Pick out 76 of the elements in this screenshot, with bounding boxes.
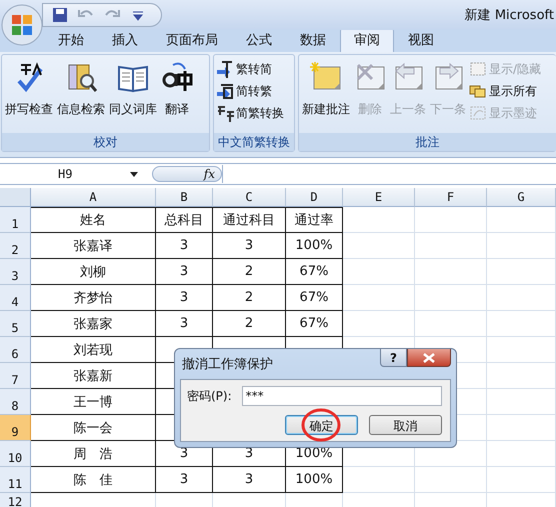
column-header[interactable]: G [487, 188, 556, 207]
table-cell[interactable]: 姓名 [31, 207, 156, 233]
table-cell[interactable]: 67% [286, 311, 343, 337]
ribbon-button[interactable]: 信息检索 [56, 59, 106, 133]
table-cell[interactable]: 3 [213, 233, 286, 259]
table-cell[interactable]: 刘若现 [31, 337, 156, 363]
ribbon-button[interactable]: 简繁转换 [216, 104, 284, 122]
password-field[interactable]: *** [242, 386, 442, 406]
ribbon-tab[interactable]: 插入 [98, 28, 152, 52]
ribbon-button[interactable]: 显示所有 [469, 82, 542, 100]
column-header[interactable]: B [156, 188, 213, 207]
ribbon-tab[interactable]: 审阅 [340, 28, 394, 52]
function-button[interactable]: fx [152, 166, 222, 182]
table-cell[interactable]: 2 [213, 285, 286, 311]
table-cell[interactable]: 总科目 [156, 207, 213, 233]
table-cell[interactable]: 3 [156, 467, 213, 493]
row-header[interactable]: 11 [0, 467, 31, 493]
table-cell[interactable]: 2 [213, 311, 286, 337]
ribbon-button[interactable]: 同义词库 [108, 59, 158, 133]
table-cell[interactable]: 刘柳 [31, 259, 156, 285]
table-cell[interactable]: 67% [286, 259, 343, 285]
table-cell[interactable]: 3 [156, 259, 213, 285]
password-label: 密码(P): [187, 388, 232, 404]
row-header[interactable]: 8 [0, 389, 31, 415]
group-label: 中文简繁转换 [214, 133, 294, 151]
ribbon-button[interactable]: 繁转简 [216, 60, 284, 78]
table-cell[interactable]: 张嘉译 [31, 233, 156, 259]
ribbon-tab[interactable]: 数据 [286, 28, 340, 52]
row-header[interactable]: 1 [0, 207, 31, 233]
table-cell[interactable]: 3 [156, 233, 213, 259]
group-label: 校对 [2, 133, 209, 151]
row-header[interactable]: 7 [0, 363, 31, 389]
dialog-title: 撤消工作簿保护 [182, 356, 273, 373]
table-cell[interactable]: 3 [213, 467, 286, 493]
ribbon-tab[interactable]: 视图 [394, 28, 448, 52]
name-box[interactable]: H9 [0, 165, 144, 183]
column-header[interactable]: F [415, 188, 487, 207]
dialog-button[interactable]: 取消 [369, 415, 442, 435]
window-title: 新建 Microsoft [464, 7, 555, 24]
table-cell[interactable]: 2 [213, 259, 286, 285]
row-header[interactable]: 6 [0, 337, 31, 363]
table-cell[interactable]: 张嘉新 [31, 363, 156, 389]
ribbon-button[interactable]: 拼写检查 [4, 59, 54, 133]
row-header[interactable]: 12 [0, 493, 31, 507]
table-cell[interactable]: 陈 佳 [31, 467, 156, 493]
column-header[interactable]: E [343, 188, 415, 207]
table-cell[interactable]: 通过科目 [213, 207, 286, 233]
column-header[interactable]: D [286, 188, 343, 207]
group-label: 批注 [299, 133, 556, 151]
row-header[interactable]: 5 [0, 311, 31, 337]
table-cell[interactable]: 3 [156, 311, 213, 337]
table-cell[interactable]: 100% [286, 233, 343, 259]
row-header[interactable]: 9 [0, 415, 31, 441]
table-cell[interactable]: 齐梦怡 [31, 285, 156, 311]
ribbon-button[interactable]: 翻译 [160, 59, 194, 133]
table-cell[interactable]: 100% [286, 467, 343, 493]
table-cell[interactable]: 67% [286, 285, 343, 311]
column-header[interactable]: C [213, 188, 286, 207]
help-button[interactable]: ? [380, 349, 407, 367]
ribbon-tab[interactable]: 页面布局 [152, 28, 232, 52]
ribbon-button[interactable]: 简转繁 [216, 82, 284, 100]
table-cell[interactable]: 张嘉家 [31, 311, 156, 337]
row-header[interactable]: 4 [0, 285, 31, 311]
table-cell[interactable]: 陈一会 [31, 415, 156, 441]
table-cell[interactable]: 3 [156, 285, 213, 311]
row-header[interactable]: 3 [0, 259, 31, 285]
dialog-button[interactable]: 确定 [285, 415, 358, 435]
row-header[interactable]: 2 [0, 233, 31, 259]
ribbon-button[interactable]: 新建批注 [301, 59, 351, 133]
column-header[interactable]: A [31, 188, 156, 207]
table-cell[interactable]: 王一博 [31, 389, 156, 415]
ribbon-tab[interactable]: 公式 [232, 28, 286, 52]
table-cell[interactable]: 通过率 [286, 207, 343, 233]
row-header[interactable]: 10 [0, 441, 31, 467]
table-cell[interactable]: 周 浩 [31, 441, 156, 467]
ribbon-tab[interactable]: 开始 [44, 28, 98, 52]
